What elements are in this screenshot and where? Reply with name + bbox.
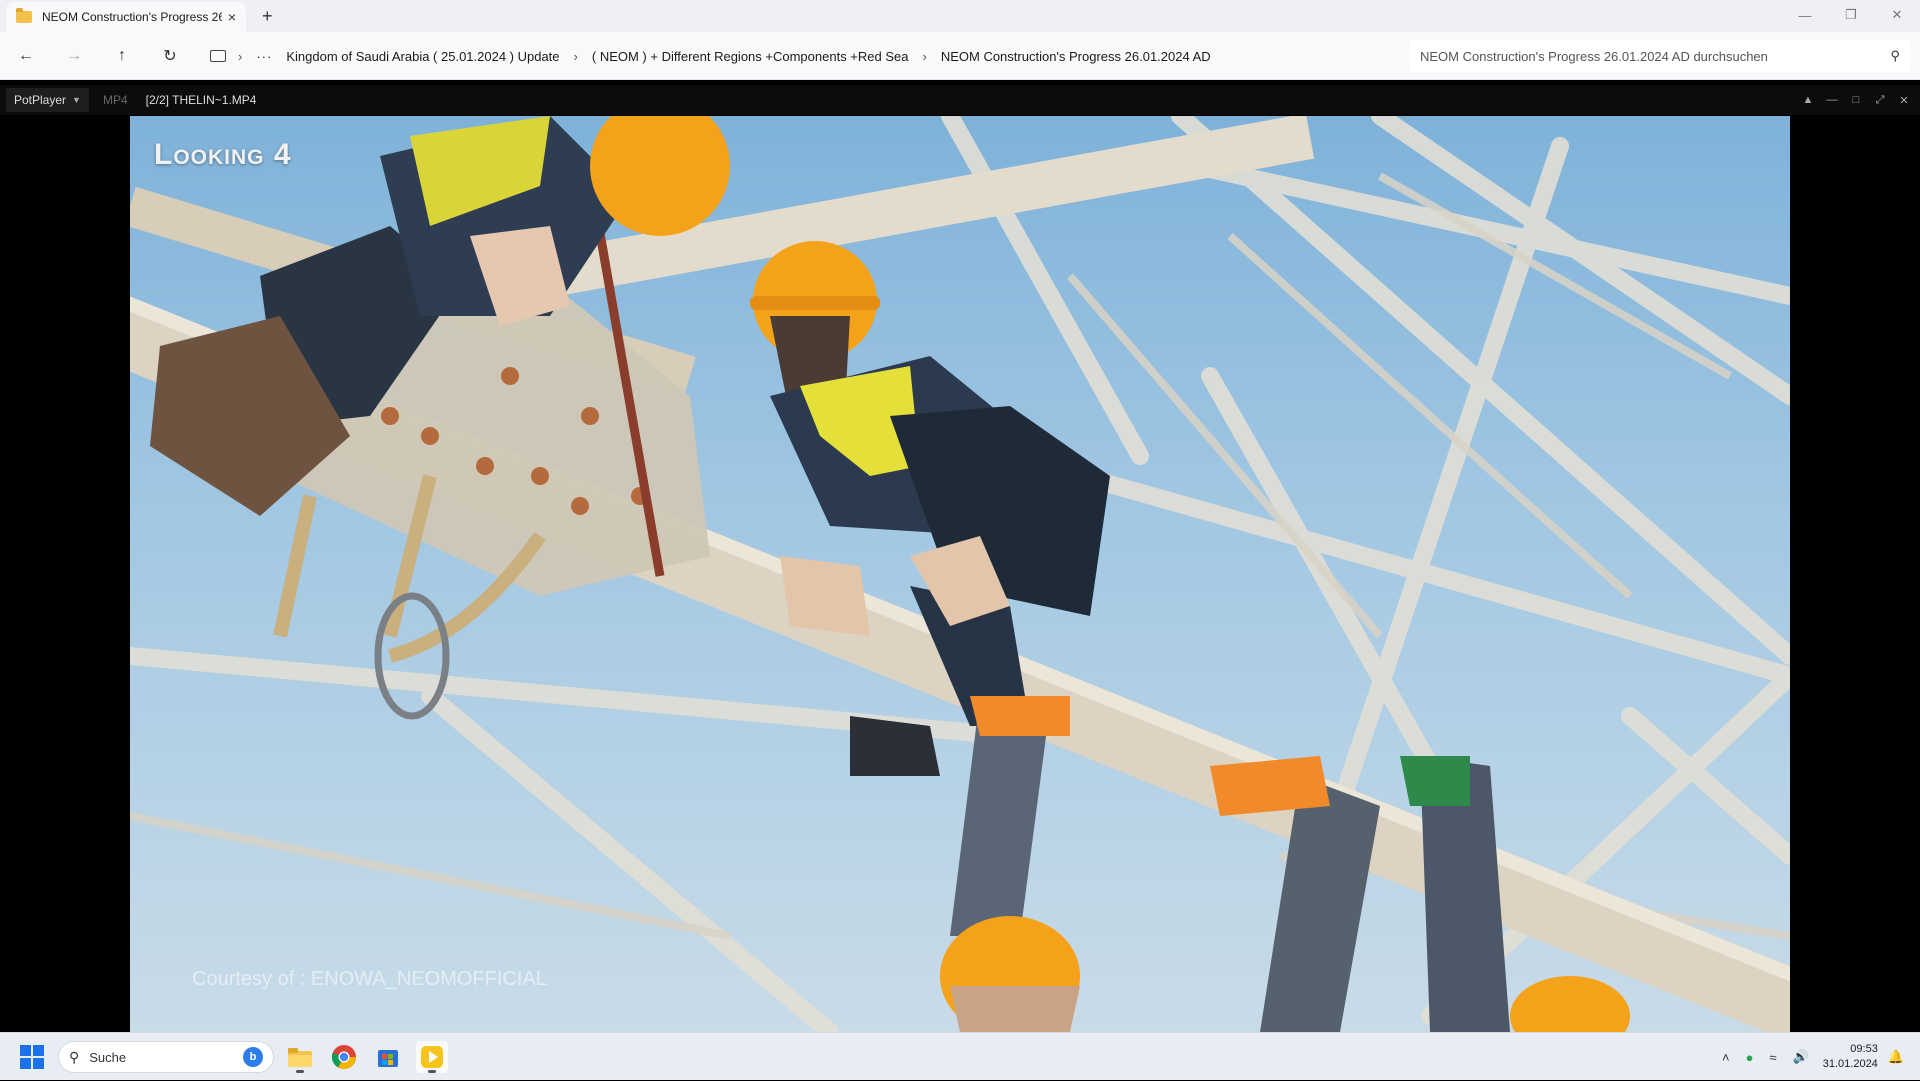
clock[interactable]: 09:53 31.01.2024 xyxy=(1823,1042,1878,1072)
chevron-down-icon: ▼ xyxy=(72,95,81,105)
video-frame[interactable]: Looking 4 Courtesy of : ENOWA_NEOMOFFICI… xyxy=(130,116,1790,1032)
search-icon: ⚲ xyxy=(69,1048,80,1065)
video-overlay-title: Looking 4 xyxy=(154,138,292,171)
chevron-up-icon[interactable]: ˄ xyxy=(1722,1050,1730,1065)
search-icon: ⚲ xyxy=(1890,48,1900,63)
video-scene xyxy=(130,116,1790,1032)
volume-icon[interactable]: 🔊 xyxy=(1793,1049,1809,1065)
close-window-button[interactable]: ✕ xyxy=(1874,0,1920,30)
app-running-indicator xyxy=(296,1070,304,1073)
video-credit: Courtesy of : ENOWA_NEOMOFFICIAL xyxy=(192,968,547,990)
taskbar-search-label: Suche xyxy=(89,1049,127,1065)
chevron-right-icon: › xyxy=(573,48,578,64)
microsoft-store-icon[interactable] xyxy=(372,1041,404,1073)
windows-start-icon[interactable] xyxy=(20,1045,44,1069)
wifi-icon[interactable]: ≈ xyxy=(1769,1050,1776,1065)
restore-button[interactable]: ❐ xyxy=(1828,0,1874,30)
breadcrumb-item[interactable]: ( NEOM ) + Different Regions +Components… xyxy=(592,49,909,64)
pin-icon[interactable]: ▲ xyxy=(1802,94,1814,106)
explorer-tab-bar: NEOM Construction's Progress 26.01.2024 … xyxy=(0,0,1920,32)
taskbar: ⚲ Suche b ˄ ● ≈ 🔊 09:53 31.01.2024 🔔 xyxy=(0,1032,1920,1080)
maximize-icon[interactable]: □ xyxy=(1850,94,1862,106)
tab-close-icon[interactable]: × xyxy=(228,9,236,25)
player-window-controls: ▲ — □ ⤢ ✕ xyxy=(1802,85,1910,115)
file-name: [2/2] THELIN~1.MP4 xyxy=(145,93,257,107)
minimize-button[interactable]: — xyxy=(1782,0,1828,30)
window-controls: — ❐ ✕ xyxy=(1782,0,1920,30)
refresh-icon[interactable]: ↻ xyxy=(158,44,182,68)
fullscreen-icon[interactable]: ⤢ xyxy=(1874,94,1886,107)
taskbar-search-input[interactable]: ⚲ Suche b xyxy=(58,1041,274,1073)
back-arrow-icon[interactable]: ← xyxy=(14,44,38,68)
explorer-tab[interactable]: NEOM Construction's Progress 26.01.2024 … xyxy=(6,2,246,32)
notification-bell-icon[interactable]: 🔔 xyxy=(1888,1049,1904,1065)
player-title-bar: PotPlayer ▼ MP4 [2/2] THELIN~1.MP4 ▲ — □… xyxy=(0,85,1920,115)
clock-time: 09:53 xyxy=(1850,1043,1878,1055)
search-input[interactable]: NEOM Construction's Progress 26.01.2024 … xyxy=(1410,40,1910,72)
file-format: MP4 xyxy=(102,93,128,107)
potplayer-menu-button[interactable]: PotPlayer ▼ xyxy=(6,88,89,112)
search-placeholder: NEOM Construction's Progress 26.01.2024 … xyxy=(1420,48,1768,64)
forward-arrow-icon[interactable]: → xyxy=(62,44,86,68)
chevron-right-icon: › xyxy=(238,48,243,64)
potplayer-menu-label: PotPlayer xyxy=(14,93,67,107)
monitor-icon[interactable] xyxy=(210,50,226,62)
tab-title: NEOM Construction's Progress 26.01.2024 … xyxy=(42,10,222,24)
breadcrumb-item[interactable]: Kingdom of Saudi Arabia ( 25.01.2024 ) U… xyxy=(286,49,559,64)
minimize-icon[interactable]: — xyxy=(1826,94,1838,106)
up-arrow-icon[interactable]: ↑ xyxy=(110,44,134,68)
file-explorer-icon[interactable] xyxy=(284,1041,316,1073)
breadcrumb: › ··· Kingdom of Saudi Arabia ( 25.01.20… xyxy=(210,32,1211,80)
system-tray: ˄ ● ≈ 🔊 09:53 31.01.2024 🔔 xyxy=(1714,1033,1920,1081)
folder-icon xyxy=(16,8,32,23)
clock-date: 31.01.2024 xyxy=(1822,1058,1878,1070)
new-tab-button[interactable]: + xyxy=(262,6,273,27)
chrome-icon[interactable] xyxy=(328,1041,360,1073)
security-shield-icon[interactable]: ● xyxy=(1746,1050,1754,1065)
breadcrumb-more[interactable]: ··· xyxy=(256,49,272,64)
explorer-nav-bar: ← → ↑ ↻ › ··· Kingdom of Saudi Arabia ( … xyxy=(0,32,1920,80)
close-icon[interactable]: ✕ xyxy=(1898,94,1910,107)
breadcrumb-item[interactable]: NEOM Construction's Progress 26.01.2024 … xyxy=(941,49,1211,64)
chevron-right-icon: › xyxy=(922,48,927,64)
potplayer-icon[interactable] xyxy=(416,1041,448,1073)
bing-icon[interactable]: b xyxy=(243,1047,263,1067)
app-running-indicator xyxy=(428,1070,436,1073)
